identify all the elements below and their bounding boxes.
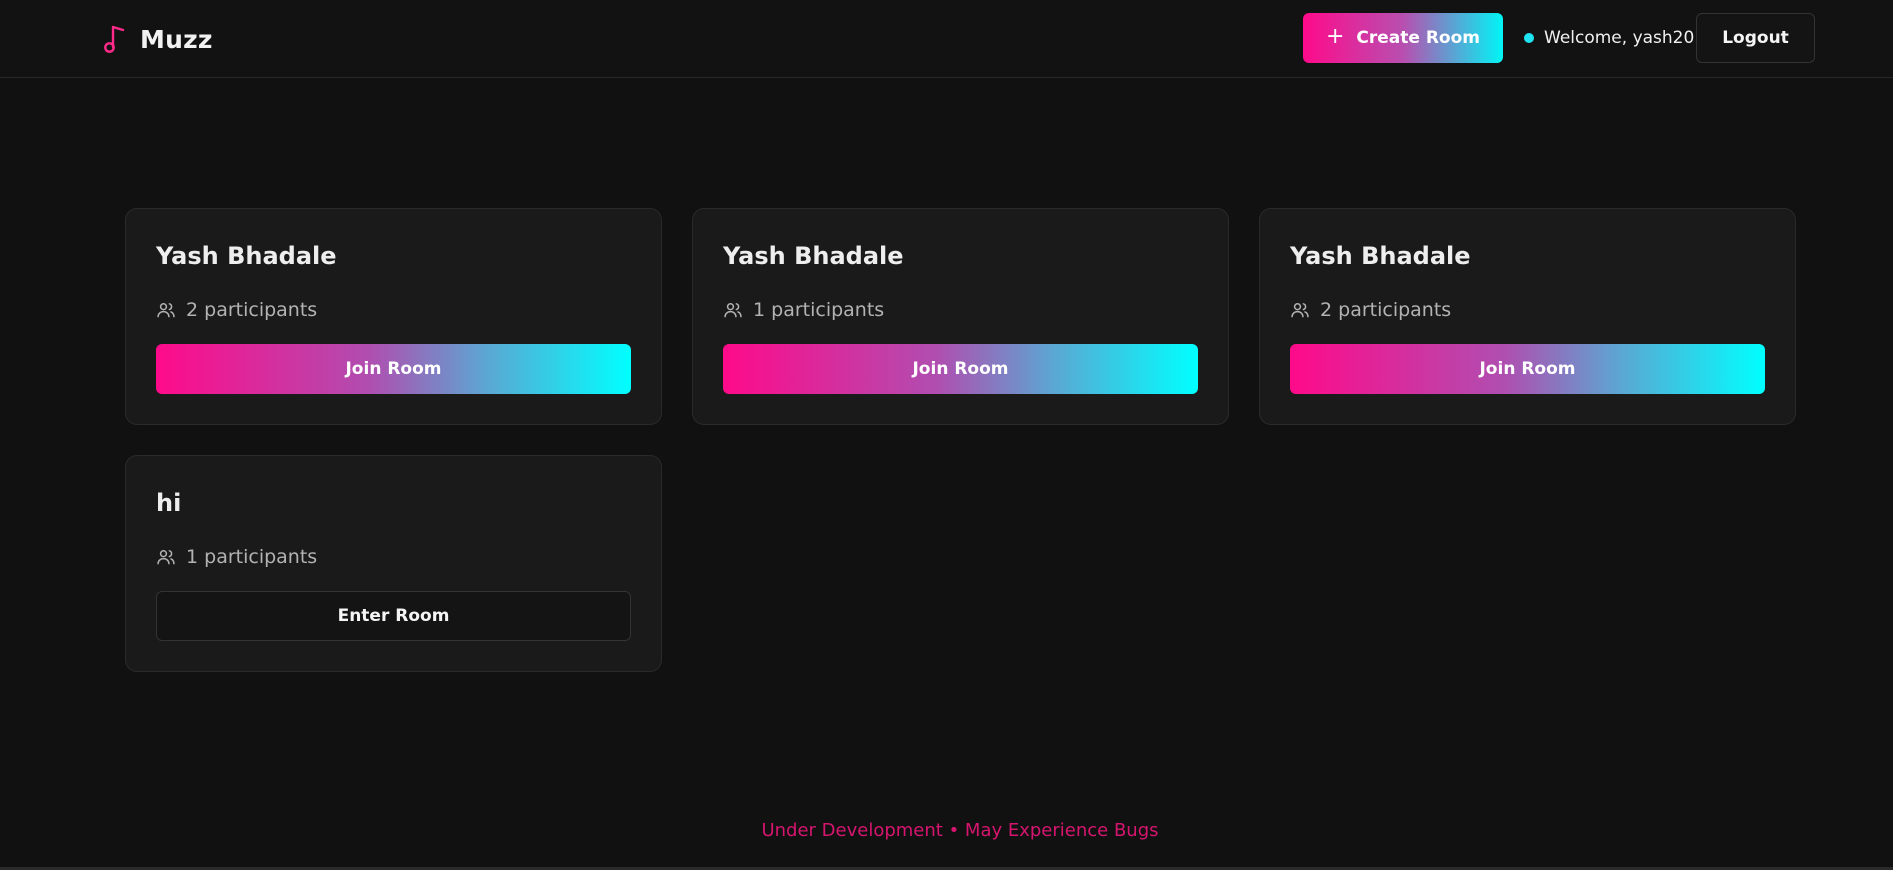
create-room-label: Create Room xyxy=(1356,28,1481,48)
room-card: Yash Bhadale 2 participants Join Room xyxy=(1259,208,1796,425)
room-title: Yash Bhadale xyxy=(1290,242,1471,270)
participants-count: 1 participants xyxy=(753,299,885,321)
users-icon xyxy=(156,547,176,567)
participants-count: 2 participants xyxy=(1320,299,1452,321)
room-participants: 1 participants xyxy=(723,299,884,321)
online-status-dot xyxy=(1524,33,1534,43)
participants-count: 1 participants xyxy=(186,546,318,568)
development-notice: Under Development • May Experience Bugs xyxy=(761,820,1159,841)
enter-room-button[interactable]: Enter Room xyxy=(156,591,631,641)
users-icon xyxy=(1290,300,1310,320)
logo[interactable]: Muzz xyxy=(104,20,213,58)
room-title: hi xyxy=(156,489,182,517)
welcome-text: Welcome, yash20 xyxy=(1544,28,1695,48)
room-participants: 2 participants xyxy=(1290,299,1451,321)
room-title: Yash Bhadale xyxy=(156,242,337,270)
join-room-button[interactable]: Join Room xyxy=(156,344,631,394)
room-card: Yash Bhadale 1 participants Join Room xyxy=(692,208,1229,425)
logout-button[interactable]: Logout xyxy=(1696,13,1815,63)
welcome-user: Welcome, yash20 xyxy=(1524,13,1694,63)
rooms-grid: Yash Bhadale 2 participants Join Room Ya… xyxy=(125,208,1796,672)
music-note-icon xyxy=(104,24,128,54)
brand-name: Muzz xyxy=(140,24,213,54)
room-title: Yash Bhadale xyxy=(723,242,904,270)
plus-icon: + xyxy=(1325,24,1345,49)
join-room-button[interactable]: Join Room xyxy=(723,344,1198,394)
join-room-button[interactable]: Join Room xyxy=(1290,344,1765,394)
create-room-button[interactable]: + Create Room xyxy=(1303,13,1503,63)
users-icon xyxy=(723,300,743,320)
users-icon xyxy=(156,300,176,320)
room-participants: 2 participants xyxy=(156,299,317,321)
top-navbar: Muzz + Create Room Welcome, yash20 Logou… xyxy=(0,0,1893,78)
participants-count: 2 participants xyxy=(186,299,318,321)
room-participants: 1 participants xyxy=(156,546,317,568)
room-card: Yash Bhadale 2 participants Join Room xyxy=(125,208,662,425)
room-card: hi 1 participants Enter Room xyxy=(125,455,662,672)
